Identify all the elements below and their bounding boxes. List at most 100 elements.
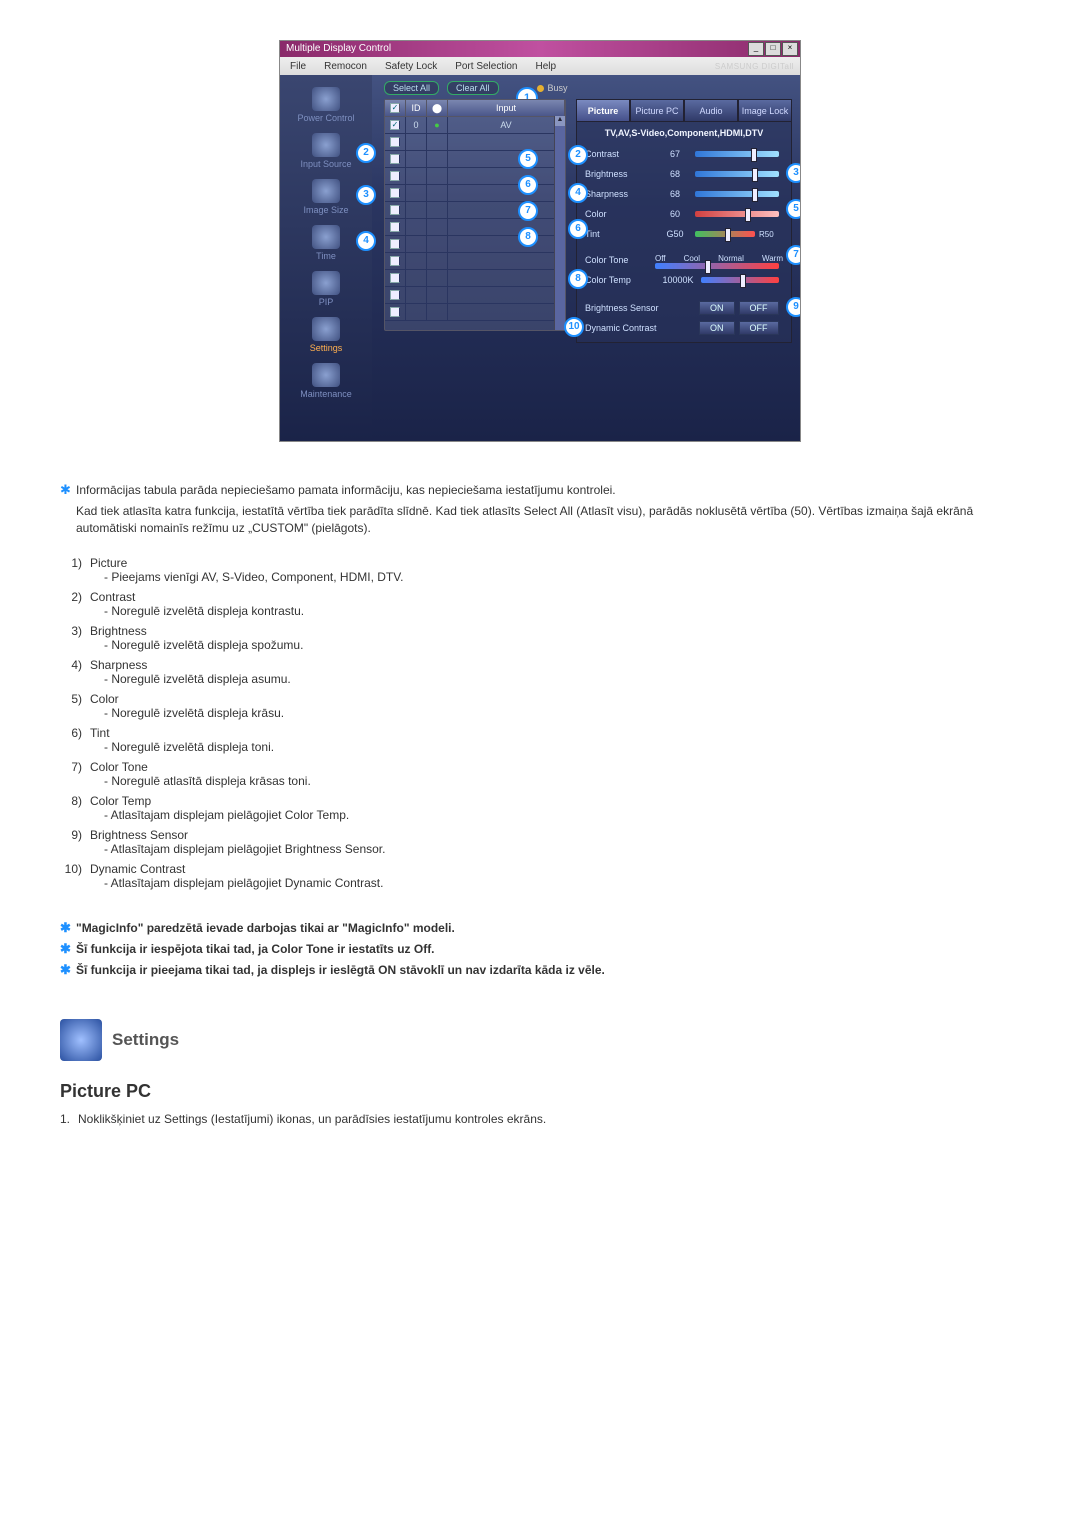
sidebar-item-settings[interactable]: Settings bbox=[280, 317, 372, 353]
value-brightness: 68 bbox=[655, 169, 695, 179]
d8: - Atlasītajam displejam pielāgojiet Colo… bbox=[90, 808, 349, 822]
row-check[interactable] bbox=[390, 171, 400, 181]
step-n: 1. bbox=[60, 1112, 78, 1126]
row-check[interactable] bbox=[390, 256, 400, 266]
row-colortone: Color Tone Off Cool Normal Warm bbox=[585, 250, 783, 270]
minimize-button[interactable]: _ bbox=[748, 42, 764, 56]
slider-sharpness[interactable] bbox=[695, 191, 779, 197]
row-check[interactable] bbox=[390, 239, 400, 249]
sidebar-item-imagesize[interactable]: Image Size 3 bbox=[280, 179, 372, 215]
sidebar-item-maintenance[interactable]: Maintenance bbox=[280, 363, 372, 399]
slider-colortone[interactable] bbox=[655, 263, 779, 269]
tab-audio[interactable]: Audio bbox=[684, 99, 738, 121]
window-controls: _ □ × bbox=[748, 42, 800, 56]
menu-portselection[interactable]: Port Selection bbox=[455, 61, 517, 72]
sidebar: Power Control Input Source 2 Image Size … bbox=[280, 75, 372, 441]
slider-contrast[interactable] bbox=[695, 151, 779, 157]
settings-icon bbox=[312, 317, 340, 341]
slider-tint[interactable] bbox=[695, 231, 755, 237]
slider-brightness[interactable] bbox=[695, 171, 779, 177]
row-check[interactable] bbox=[390, 137, 400, 147]
row-check[interactable] bbox=[390, 290, 400, 300]
grid-scrollbar[interactable]: ▲ bbox=[554, 116, 565, 330]
steps-list: 1.Noklikšķiniet uz Settings (Iestatījumi… bbox=[60, 1112, 1020, 1126]
grid-row[interactable] bbox=[385, 185, 565, 202]
slider-color[interactable] bbox=[695, 211, 779, 217]
time-icon bbox=[312, 225, 340, 249]
sidebar-item-power[interactable]: Power Control bbox=[280, 87, 372, 123]
grid-row[interactable] bbox=[385, 270, 565, 287]
pip-icon bbox=[312, 271, 340, 295]
sidebar-label: Image Size bbox=[303, 205, 348, 215]
sidebar-label: Time bbox=[316, 251, 336, 261]
row-check[interactable] bbox=[390, 188, 400, 198]
row-check[interactable] bbox=[390, 205, 400, 215]
sidebar-item-time[interactable]: Time 4 bbox=[280, 225, 372, 261]
menu-remocon[interactable]: Remocon bbox=[324, 61, 367, 72]
row-check[interactable] bbox=[390, 154, 400, 164]
grid-row[interactable] bbox=[385, 151, 565, 168]
grid-row[interactable] bbox=[385, 304, 565, 321]
menu-safetylock[interactable]: Safety Lock bbox=[385, 61, 437, 72]
value-color: 60 bbox=[655, 209, 695, 219]
bsensor-on-button[interactable]: ON bbox=[699, 301, 735, 315]
grid-row[interactable] bbox=[385, 287, 565, 304]
grid-row[interactable] bbox=[385, 236, 565, 253]
subsection-title: Picture PC bbox=[60, 1081, 1020, 1102]
d9: - Atlasītajam displejam pielāgojiet Brig… bbox=[90, 842, 385, 856]
step-t: Noklikšķiniet uz Settings (Iestatījumi) … bbox=[78, 1112, 546, 1126]
tab-picturepc[interactable]: Picture PC bbox=[630, 99, 684, 121]
menu-file[interactable]: File bbox=[290, 61, 306, 72]
n1: 1) bbox=[60, 556, 90, 584]
sidebar-item-pip[interactable]: PIP bbox=[280, 271, 372, 307]
row-check[interactable] bbox=[390, 307, 400, 317]
grid-row[interactable] bbox=[385, 253, 565, 270]
dcontrast-on-button[interactable]: ON bbox=[699, 321, 735, 335]
grid-row[interactable] bbox=[385, 168, 565, 185]
note2: Šī funkcija ir iespējota tikai tad, ja C… bbox=[76, 941, 1020, 958]
section-settings: Settings bbox=[60, 1019, 1020, 1061]
tab-picture[interactable]: Picture bbox=[576, 99, 630, 121]
maximize-button[interactable]: □ bbox=[765, 42, 781, 56]
row-check[interactable] bbox=[390, 222, 400, 232]
image-icon bbox=[312, 179, 340, 203]
callout-p5: 5 bbox=[786, 199, 801, 219]
section-title: Settings bbox=[112, 1030, 179, 1050]
star-icon: ✱ bbox=[60, 920, 76, 936]
grid-row[interactable] bbox=[385, 134, 565, 151]
menu-help[interactable]: Help bbox=[535, 61, 556, 72]
tone-normal: Normal bbox=[718, 254, 744, 263]
row-check[interactable] bbox=[390, 273, 400, 283]
titlebar: Multiple Display Control _ □ × bbox=[280, 41, 800, 57]
t2: Contrast bbox=[90, 590, 304, 604]
tint-right: R50 bbox=[759, 230, 783, 239]
bsensor-off-button[interactable]: OFF bbox=[739, 301, 779, 315]
t1: Picture bbox=[90, 556, 403, 570]
dcontrast-off-button[interactable]: OFF bbox=[739, 321, 779, 335]
row-tint: Tint G50 R50 bbox=[585, 224, 783, 244]
label-sharpness: Sharpness bbox=[585, 189, 655, 199]
n6: 6) bbox=[60, 726, 90, 754]
t6: Tint bbox=[90, 726, 274, 740]
callout-p7: 7 bbox=[786, 245, 801, 265]
sidebar-item-input[interactable]: Input Source 2 bbox=[280, 133, 372, 169]
check-all[interactable] bbox=[390, 103, 400, 113]
grid-row[interactable] bbox=[385, 219, 565, 236]
slider-colortemp[interactable] bbox=[701, 277, 779, 283]
callout-p2: 2 bbox=[568, 145, 588, 165]
tab-imagelock[interactable]: Image Lock bbox=[738, 99, 792, 121]
select-all-button[interactable]: Select All bbox=[384, 81, 439, 95]
grid-row[interactable]: 0 ● AV bbox=[385, 117, 565, 134]
callout-p4: 4 bbox=[568, 183, 588, 203]
grid-row[interactable] bbox=[385, 202, 565, 219]
scroll-up[interactable]: ▲ bbox=[555, 116, 565, 126]
clear-all-button[interactable]: Clear All bbox=[447, 81, 499, 95]
power-icon bbox=[312, 87, 340, 111]
n7: 7) bbox=[60, 760, 90, 788]
n4: 4) bbox=[60, 658, 90, 686]
value-colortemp: 10000K bbox=[655, 275, 701, 285]
sidebar-label: Maintenance bbox=[300, 389, 352, 399]
close-button[interactable]: × bbox=[782, 42, 798, 56]
row-check[interactable] bbox=[390, 120, 400, 130]
n5: 5) bbox=[60, 692, 90, 720]
